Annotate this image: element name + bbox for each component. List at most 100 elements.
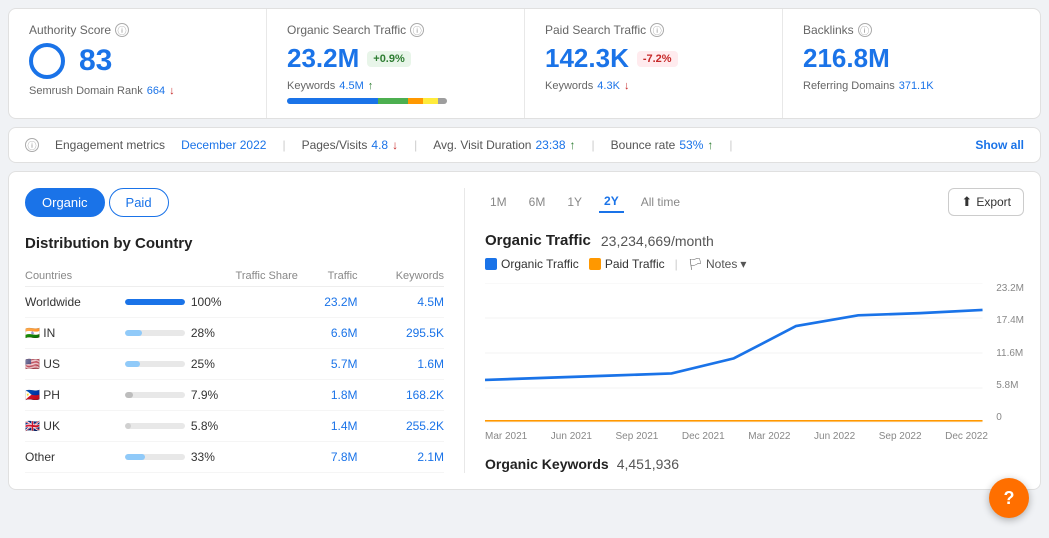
col-traffic-share: Traffic Share	[125, 266, 298, 287]
page-container: Authority Score ⓘ 83 Semrush Domain Rank…	[0, 8, 1049, 490]
chart-svg	[485, 283, 1024, 423]
traffic-cell: 1.4M	[298, 411, 358, 442]
share-value: 7.9%	[191, 388, 218, 402]
traffic-share-cell: 33%	[125, 442, 298, 473]
pb-yellow	[423, 98, 438, 104]
bar-fill	[125, 423, 131, 429]
distribution-title: Distribution by Country	[25, 235, 444, 252]
country-name: Other	[25, 450, 55, 464]
time-1m[interactable]: 1M	[485, 192, 512, 212]
help-button[interactable]: ?	[989, 478, 1029, 518]
time-all[interactable]: All time	[636, 192, 685, 212]
flag-icon: 🇬🇧	[25, 419, 40, 433]
tab-organic[interactable]: Organic	[25, 188, 105, 217]
traffic-title: Organic Traffic	[485, 232, 591, 249]
backlinks-info-icon[interactable]: ⓘ	[858, 23, 872, 37]
organic-value-row: 23.2M +0.9%	[287, 43, 504, 74]
keywords-cell: 2.1M	[358, 442, 444, 473]
keywords-cell: 295.5K	[358, 318, 444, 349]
backlinks-label: Backlinks ⓘ	[803, 23, 1020, 37]
paid-info-icon[interactable]: ⓘ	[650, 23, 664, 37]
authority-info-icon[interactable]: ⓘ	[115, 23, 129, 37]
engagement-info-icon[interactable]: ⓘ	[25, 138, 39, 152]
country-name: US	[43, 357, 60, 371]
organic-keywords: Organic Keywords 4,451,936	[485, 456, 1024, 472]
bar-bg	[125, 330, 185, 336]
traffic-cell: 1.8M	[298, 380, 358, 411]
duration-arrow-icon: ↑	[570, 138, 576, 152]
country-name-cell: 🇺🇸 US	[25, 349, 125, 380]
traffic-value: 1.4M	[331, 419, 358, 433]
traffic-header: Organic Traffic 23,234,669/month	[485, 232, 1024, 249]
paid-sub: Keywords 4.3K ↓	[545, 80, 762, 92]
time-1y[interactable]: 1Y	[562, 192, 587, 212]
bar-wrap: 5.8%	[125, 419, 298, 433]
table-header-row: Countries Traffic Share Traffic Keywords	[25, 266, 444, 287]
show-all-button[interactable]: Show all	[975, 138, 1024, 152]
country-name-cell: Other	[25, 442, 125, 473]
pages-arrow-icon: ↓	[392, 138, 398, 152]
country-table: Countries Traffic Share Traffic Keywords…	[25, 266, 444, 473]
authority-arrow-icon: ↓	[169, 85, 175, 97]
table-row: 🇵🇭 PH 7.9% 1.8M 168.2K	[25, 380, 444, 411]
traffic-cell: 5.7M	[298, 349, 358, 380]
traffic-cell: 6.6M	[298, 318, 358, 349]
pb-gray	[438, 98, 447, 104]
pb-blue	[287, 98, 378, 104]
bar-bg	[125, 361, 185, 367]
flag-icon: 🇮🇳	[25, 326, 40, 340]
time-6m[interactable]: 6M	[524, 192, 551, 212]
bar-wrap: 33%	[125, 450, 298, 464]
share-value: 33%	[191, 450, 215, 464]
bar-wrap: 7.9%	[125, 388, 298, 402]
right-panel: 1M 6M 1Y 2Y All time ⬆ Export Organic Tr…	[465, 188, 1024, 473]
engagement-period: December 2022	[181, 138, 266, 152]
engagement-bar: ⓘ Engagement metrics December 2022 | Pag…	[8, 127, 1041, 163]
traffic-cell: 23.2M	[298, 287, 358, 318]
country-name-cell: Worldwide	[25, 287, 125, 318]
share-value: 25%	[191, 357, 215, 371]
notes-button[interactable]: 🏳 Notes ▾	[688, 257, 747, 271]
bar-bg	[125, 454, 185, 460]
organic-progress-bar	[287, 98, 447, 104]
x-axis-labels: Mar 2021 Jun 2021 Sep 2021 Dec 2021 Mar …	[485, 431, 1024, 442]
table-row: Other 33% 7.8M 2.1M	[25, 442, 444, 473]
backlinks-value: 216.8M	[803, 43, 1020, 74]
time-row: 1M 6M 1Y 2Y All time ⬆ Export	[485, 188, 1024, 216]
sep1: |	[282, 138, 285, 152]
notes-icon: 🏳	[688, 257, 703, 271]
table-row: 🇮🇳 IN 28% 6.6M 295.5K	[25, 318, 444, 349]
keywords-value: 2.1M	[417, 450, 444, 464]
keywords-cell: 1.6M	[358, 349, 444, 380]
backlinks-metric: Backlinks ⓘ 216.8M Referring Domains 371…	[783, 9, 1040, 118]
time-2y[interactable]: 2Y	[599, 191, 624, 213]
keywords-value: 255.2K	[406, 419, 444, 433]
organic-arrow-icon: ↑	[368, 80, 374, 92]
ok-value: 4,451,936	[617, 456, 679, 472]
legend-organic-icon	[485, 258, 497, 270]
tab-paid[interactable]: Paid	[109, 188, 169, 217]
backlinks-sub: Referring Domains 371.1K	[803, 80, 1020, 92]
traffic-value: 1.8M	[331, 388, 358, 402]
traffic-value: 7.8M	[331, 450, 358, 464]
tab-row: Organic Paid	[25, 188, 444, 217]
legend-paid[interactable]: Paid Traffic	[589, 257, 665, 271]
legend-organic[interactable]: Organic Traffic	[485, 257, 579, 271]
organic-info-icon[interactable]: ⓘ	[410, 23, 424, 37]
traffic-value: 5.7M	[331, 357, 358, 371]
keywords-cell: 255.2K	[358, 411, 444, 442]
export-button[interactable]: ⬆ Export	[948, 188, 1024, 216]
bounce-rate: Bounce rate 53% ↑	[611, 138, 714, 152]
country-name: Worldwide	[25, 295, 81, 309]
traffic-share-cell: 100%	[125, 287, 298, 318]
chart-area: 23.2M 17.4M 11.6M 5.8M 0	[485, 283, 1024, 423]
metrics-bar: Authority Score ⓘ 83 Semrush Domain Rank…	[8, 8, 1041, 119]
paid-value-row: 142.3K -7.2%	[545, 43, 762, 74]
authority-sub: Semrush Domain Rank 664 ↓	[29, 85, 246, 97]
export-icon: ⬆	[961, 194, 972, 210]
legend-sep: |	[675, 257, 678, 271]
bounce-arrow-icon: ↑	[707, 138, 713, 152]
bar-bg	[125, 299, 185, 305]
traffic-share-cell: 28%	[125, 318, 298, 349]
sep4: |	[729, 138, 732, 152]
